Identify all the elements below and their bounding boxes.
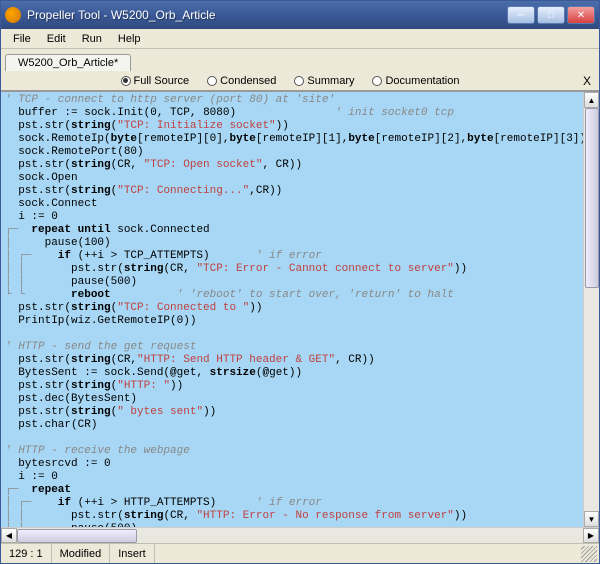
close-view-button[interactable]: X [579, 74, 595, 88]
menu-run[interactable]: Run [74, 31, 110, 47]
horizontal-scroll-thumb[interactable] [17, 529, 137, 543]
view-mode-bar: Full Source Condensed Summary Documentat… [1, 71, 599, 91]
menu-edit[interactable]: Edit [39, 31, 74, 47]
scroll-right-button[interactable]: ▶ [583, 528, 599, 543]
maximize-button[interactable]: □ [537, 6, 565, 24]
maximize-icon: □ [548, 10, 554, 21]
chevron-up-icon: ▲ [588, 96, 596, 105]
scroll-down-button[interactable]: ▼ [584, 511, 599, 527]
horizontal-scrollbar[interactable]: ◀ ▶ [1, 527, 599, 543]
radio-label: Condensed [220, 75, 276, 87]
menu-file[interactable]: File [5, 31, 39, 47]
cursor-position: 129 : 1 [1, 544, 52, 563]
radio-icon [121, 76, 131, 86]
radio-label: Documentation [385, 75, 459, 87]
editor-area: ' TCP - connect to http server (port 80)… [1, 91, 599, 527]
app-window: Propeller Tool - W5200_Orb_Article ─ □ ✕… [0, 0, 600, 564]
view-summary[interactable]: Summary [294, 75, 354, 87]
chevron-down-icon: ▼ [588, 515, 596, 524]
vertical-scroll-thumb[interactable] [585, 108, 599, 288]
radio-label: Summary [307, 75, 354, 87]
tab-document[interactable]: W5200_Orb_Article* [5, 54, 131, 71]
chevron-left-icon: ◀ [6, 531, 12, 540]
scroll-left-button[interactable]: ◀ [1, 528, 17, 543]
view-full-source[interactable]: Full Source [121, 75, 190, 87]
minimize-button[interactable]: ─ [507, 6, 535, 24]
window-title: Propeller Tool - W5200_Orb_Article [27, 8, 507, 22]
radio-label: Full Source [134, 75, 190, 87]
window-buttons: ─ □ ✕ [507, 6, 595, 24]
vertical-scrollbar[interactable]: ▲ ▼ [583, 92, 599, 527]
close-icon: ✕ [577, 10, 585, 21]
statusbar: 129 : 1 Modified Insert [1, 543, 599, 563]
view-documentation[interactable]: Documentation [372, 75, 459, 87]
close-button[interactable]: ✕ [567, 6, 595, 24]
minimize-icon: ─ [517, 10, 524, 21]
insert-mode: Insert [110, 544, 155, 563]
menu-help[interactable]: Help [110, 31, 149, 47]
chevron-right-icon: ▶ [588, 531, 594, 540]
app-icon [5, 7, 21, 23]
scroll-up-button[interactable]: ▲ [584, 92, 599, 108]
radio-icon [294, 76, 304, 86]
view-condensed[interactable]: Condensed [207, 75, 276, 87]
titlebar[interactable]: Propeller Tool - W5200_Orb_Article ─ □ ✕ [1, 1, 599, 29]
radio-icon [207, 76, 217, 86]
radio-icon [372, 76, 382, 86]
document-tabbar: W5200_Orb_Article* [1, 49, 599, 71]
resize-grip[interactable] [581, 546, 597, 562]
modified-indicator: Modified [52, 544, 111, 563]
menubar: File Edit Run Help [1, 29, 599, 49]
code-editor[interactable]: ' TCP - connect to http server (port 80)… [1, 92, 583, 527]
